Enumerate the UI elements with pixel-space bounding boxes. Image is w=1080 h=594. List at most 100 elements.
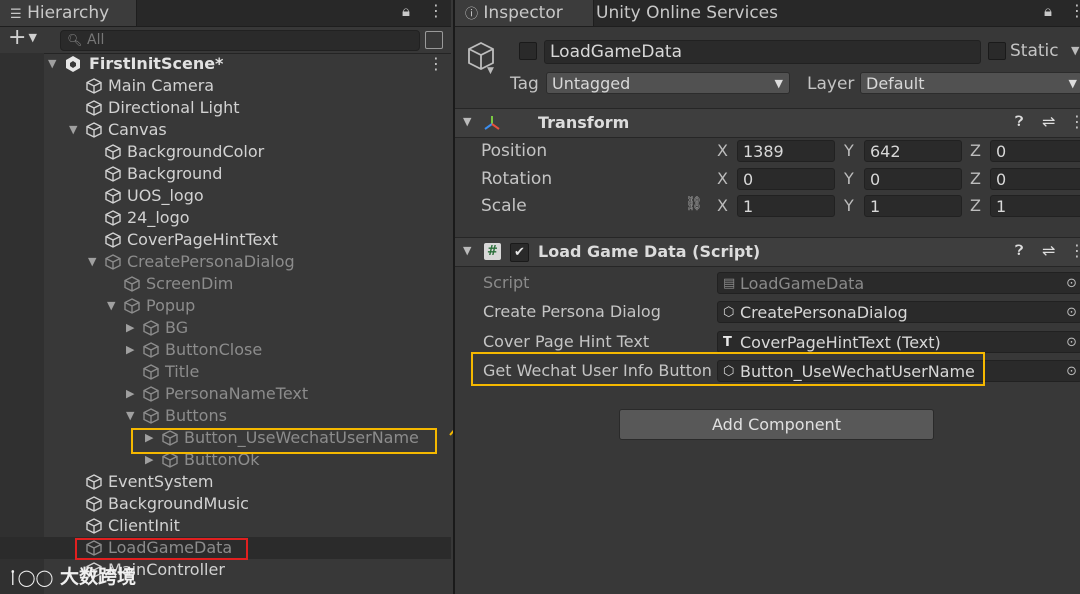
script-component-header[interactable]: ▼ # ✔ Load Game Data (Script) ❓︎ ⇌ ⋮ [455,237,1080,267]
hierarchy-item[interactable]: Main Camera [0,75,451,97]
inspector-lock-icon[interactable]: 🔒︎ [1044,2,1052,20]
script-foldout-icon[interactable]: ▼ [463,244,471,257]
hierarchy-toolbar: + ▼ 🔍︎ All [0,25,451,54]
object-picker-icon[interactable]: ⊙ [1066,302,1077,324]
collapse-arrow-icon[interactable]: ▼ [88,251,96,273]
axis-z-label[interactable]: Z [970,140,981,162]
hierarchy-item[interactable]: ▶ PersonaNameText [0,383,451,405]
transform-z-field[interactable]: 0 [990,167,1080,190]
hierarchy-item[interactable]: Directional Light [0,97,451,119]
hierarchy-item[interactable]: Background [0,163,451,185]
tab-unity-online-services[interactable]: Unity Online Services [586,0,786,26]
hierarchy-menu-icon[interactable]: ⋮ [428,1,444,20]
expand-arrow-icon[interactable]: ▶ [126,317,134,339]
hierarchy-item[interactable]: EventSystem [0,471,451,493]
axis-x-label[interactable]: X [717,195,728,217]
transform-menu-icon[interactable]: ⋮ [1069,112,1080,131]
script-field-label: Script [483,273,530,292]
expand-arrow-icon[interactable]: ▼ [48,53,56,75]
object-reference-field[interactable]: ▤ LoadGameData ⊙ [717,272,1080,294]
axis-z-label[interactable]: Z [970,168,981,190]
axis-z-label[interactable]: Z [970,195,981,217]
layer-dropdown[interactable]: Default ▼ [860,72,1080,94]
preset-icon[interactable]: ⇌ [1042,112,1055,131]
collapse-arrow-icon[interactable]: ▼ [126,405,134,427]
hierarchy-item-label: 24_logo [127,208,190,227]
transform-z-field[interactable]: 0 [990,140,1080,162]
axis-y-label[interactable]: Y [844,140,854,162]
object-picker-icon[interactable]: ⊙ [1066,332,1077,354]
script-help-icon[interactable]: ❓︎ [1015,243,1023,259]
hierarchy-item[interactable]: ScreenDim [0,273,451,295]
lock-icon[interactable]: 🔒︎ [402,2,410,20]
hierarchy-item-label: Directional Light [108,98,240,117]
active-checkbox[interactable] [519,42,537,60]
tag-dropdown[interactable]: Untagged ▼ [546,72,790,94]
hierarchy-item[interactable]: ▼ Buttons [0,405,451,427]
add-component-button[interactable]: Add Component [619,409,934,440]
transform-row-label: Scale [481,196,527,216]
script-preset-icon[interactable]: ⇌ [1042,241,1055,260]
tab-inspector[interactable]: ⓘ Inspector [455,0,594,26]
hierarchy-item[interactable]: ▶ ButtonClose [0,339,451,361]
transform-x-field[interactable]: 1389 [737,140,835,162]
transform-y-field[interactable]: 0 [864,167,962,190]
hierarchy-item[interactable]: BackgroundMusic [0,493,451,515]
hierarchy-panel: ☰ Hierarchy 🔒︎ ⋮ + ▼ 🔍︎ All ▼ FirstInitSc… [0,0,451,594]
axis-x-label[interactable]: X [717,140,728,162]
add-button[interactable]: + ▼ [8,25,37,50]
hierarchy-item[interactable]: BackgroundColor [0,141,451,163]
constrain-proportions-icon[interactable]: ⛓ [685,196,703,212]
scene-row[interactable]: ▼ FirstInitScene* ⋮ [0,53,451,75]
hierarchy-item[interactable]: UOS_logo [0,185,451,207]
transform-y-field[interactable]: 1 [864,195,962,217]
help-icon[interactable]: ❓︎ [1015,114,1023,130]
transform-z-field[interactable]: 1 [990,195,1080,217]
object-picker-icon[interactable]: ⊙ [1066,273,1077,295]
search-placeholder: All [87,32,105,48]
transform-x-field[interactable]: 1 [737,195,835,217]
highlight-wechat-field [471,352,985,386]
script-enabled-checkbox[interactable]: ✔ [510,243,529,262]
axis-y-label[interactable]: Y [844,195,854,217]
tab-hierarchy[interactable]: ☰ Hierarchy [0,0,137,26]
hierarchy-item[interactable]: Title [0,361,451,383]
icon-dropdown-arrow-icon[interactable]: ▼ [487,66,494,76]
axis-x-label[interactable]: X [717,168,728,190]
hierarchy-item-label: Main Camera [108,76,215,95]
object-name-field[interactable]: LoadGameData [544,40,981,64]
layer-label: Layer [807,74,855,94]
script-file-icon: ▤ [723,276,736,291]
hierarchy-item[interactable]: ▼ CreatePersonaDialog [0,251,451,273]
hierarchy-item[interactable]: ▶ BG [0,317,451,339]
expand-arrow-icon[interactable]: ▶ [126,383,134,405]
hierarchy-item[interactable]: ▼ Popup [0,295,451,317]
hierarchy-item-label: BackgroundMusic [108,494,249,513]
transform-foldout-icon[interactable]: ▼ [463,115,471,128]
scene-visibility-icon[interactable] [425,31,443,49]
object-reference-field[interactable]: T CoverPageHintText (Text) ⊙ [717,330,1080,354]
hierarchy-item[interactable]: ClientInit [0,515,451,537]
static-dropdown-icon[interactable]: ▼ [1071,44,1079,57]
collapse-arrow-icon[interactable]: ▼ [69,119,77,141]
gameobject-cube-icon [142,407,160,425]
hierarchy-item[interactable]: CoverPageHintText [0,229,451,251]
script-field-label: Cover Page Hint Text [483,331,650,351]
axis-y-label[interactable]: Y [844,168,854,190]
inspector-menu-icon[interactable]: ⋮ [1069,1,1080,20]
transform-axes-icon [483,114,501,136]
expand-arrow-icon[interactable]: ▶ [126,339,134,361]
hierarchy-item[interactable]: 24_logo [0,207,451,229]
collapse-arrow-icon[interactable]: ▼ [107,295,115,317]
script-menu-icon[interactable]: ⋮ [1069,241,1080,260]
scene-menu-icon[interactable]: ⋮ [428,53,444,75]
transform-y-field[interactable]: 642 [864,140,962,162]
script-title: Load Game Data (Script) [538,242,761,261]
transform-header[interactable]: ▼ Transform ❓︎ ⇌ ⋮ [455,108,1080,138]
hierarchy-item[interactable]: ▼ Canvas [0,119,451,141]
search-input[interactable]: 🔍︎ All [60,30,420,51]
object-reference-field[interactable]: ⬡ CreatePersonaDialog ⊙ [717,301,1080,324]
transform-x-field[interactable]: 0 [737,167,835,190]
object-picker-icon[interactable]: ⊙ [1066,361,1077,383]
static-checkbox[interactable] [988,42,1006,60]
